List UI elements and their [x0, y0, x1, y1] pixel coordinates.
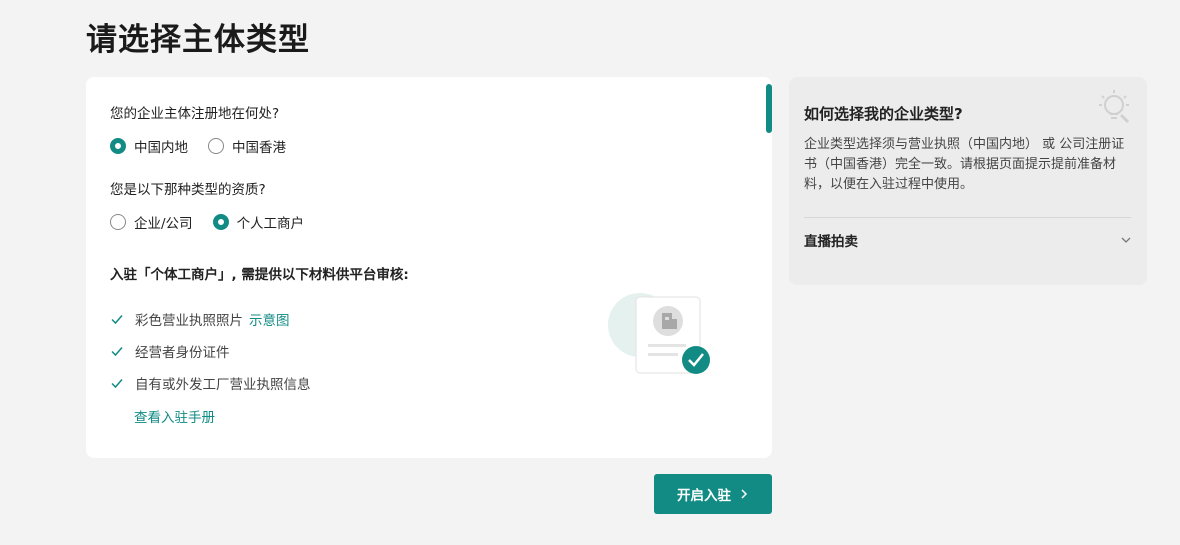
check-icon	[111, 379, 123, 389]
help-text: 企业类型选择须与营业执照（中国内地） 或 公司注册证书（中国香港）完全一致。请根…	[804, 137, 1125, 192]
radio-label: 中国内地	[134, 140, 188, 156]
page-title: 请选择主体类型	[86, 22, 310, 58]
qualification-question: 您是以下那种类型的资质?	[110, 182, 266, 198]
start-button-label: 开启入驻	[677, 488, 731, 504]
radio-label: 个人工商户	[236, 216, 305, 232]
document-check-illustration	[608, 293, 710, 374]
registration-radio-group: 中国内地 中国香港	[110, 136, 306, 156]
list-item: 彩色营业执照照片 示意图	[110, 303, 311, 335]
scrollbar-thumb[interactable]	[766, 84, 772, 133]
requirement-label: 经营者身份证件	[135, 345, 230, 361]
radio-mainland[interactable]: 中国内地	[110, 136, 188, 156]
accordion-label: 直播拍卖	[804, 234, 858, 250]
divider	[804, 217, 1131, 218]
requirement-label: 彩色营业执照照片	[135, 313, 243, 329]
requirements-title: 入驻「个体工商户」, 需提供以下材料供平台审核:	[110, 267, 409, 283]
radio-company[interactable]: 企业/公司	[110, 212, 193, 232]
sample-link[interactable]: 示意图	[249, 309, 290, 329]
check-icon	[111, 347, 123, 357]
chevron-down-icon	[1121, 237, 1131, 243]
radio-label: 企业/公司	[134, 216, 193, 232]
help-title: 如何选择我的企业类型?	[804, 105, 963, 123]
help-card: 如何选择我的企业类型? 企业类型选择须与营业执照（中国内地） 或 公司注册证书（…	[789, 77, 1147, 285]
registration-question: 您的企业主体注册地在何处?	[110, 106, 280, 122]
check-icon	[111, 315, 123, 325]
start-onboarding-button[interactable]: 开启入驻	[654, 474, 772, 514]
accordion-live-auction[interactable]: 直播拍卖	[804, 229, 1131, 251]
qualification-radio-group: 企业/公司 个人工商户	[110, 212, 324, 232]
list-item: 自有或外发工厂营业执照信息	[110, 367, 311, 399]
main-card: 您的企业主体注册地在何处? 中国内地 中国香港 您是以下那种类型的资质? 企业/…	[86, 77, 772, 458]
radio-individual[interactable]: 个人工商户	[212, 212, 305, 232]
radio-selected-icon	[110, 138, 126, 154]
radio-label: 中国香港	[232, 140, 286, 156]
radio-selected-icon	[212, 214, 229, 230]
radio-unselected-icon	[110, 214, 126, 230]
list-item: 经营者身份证件	[110, 335, 311, 367]
requirements-list: 彩色营业执照照片 示意图 经营者身份证件 自有或外发工厂营业执照信息	[110, 303, 311, 399]
lightbulb-icon	[1099, 90, 1130, 124]
view-manual-link[interactable]: 查看入驻手册	[134, 406, 215, 426]
chevron-right-icon	[741, 489, 748, 499]
radio-unselected-icon	[208, 138, 224, 154]
requirement-label: 自有或外发工厂营业执照信息	[135, 377, 311, 393]
radio-hongkong[interactable]: 中国香港	[208, 136, 286, 156]
